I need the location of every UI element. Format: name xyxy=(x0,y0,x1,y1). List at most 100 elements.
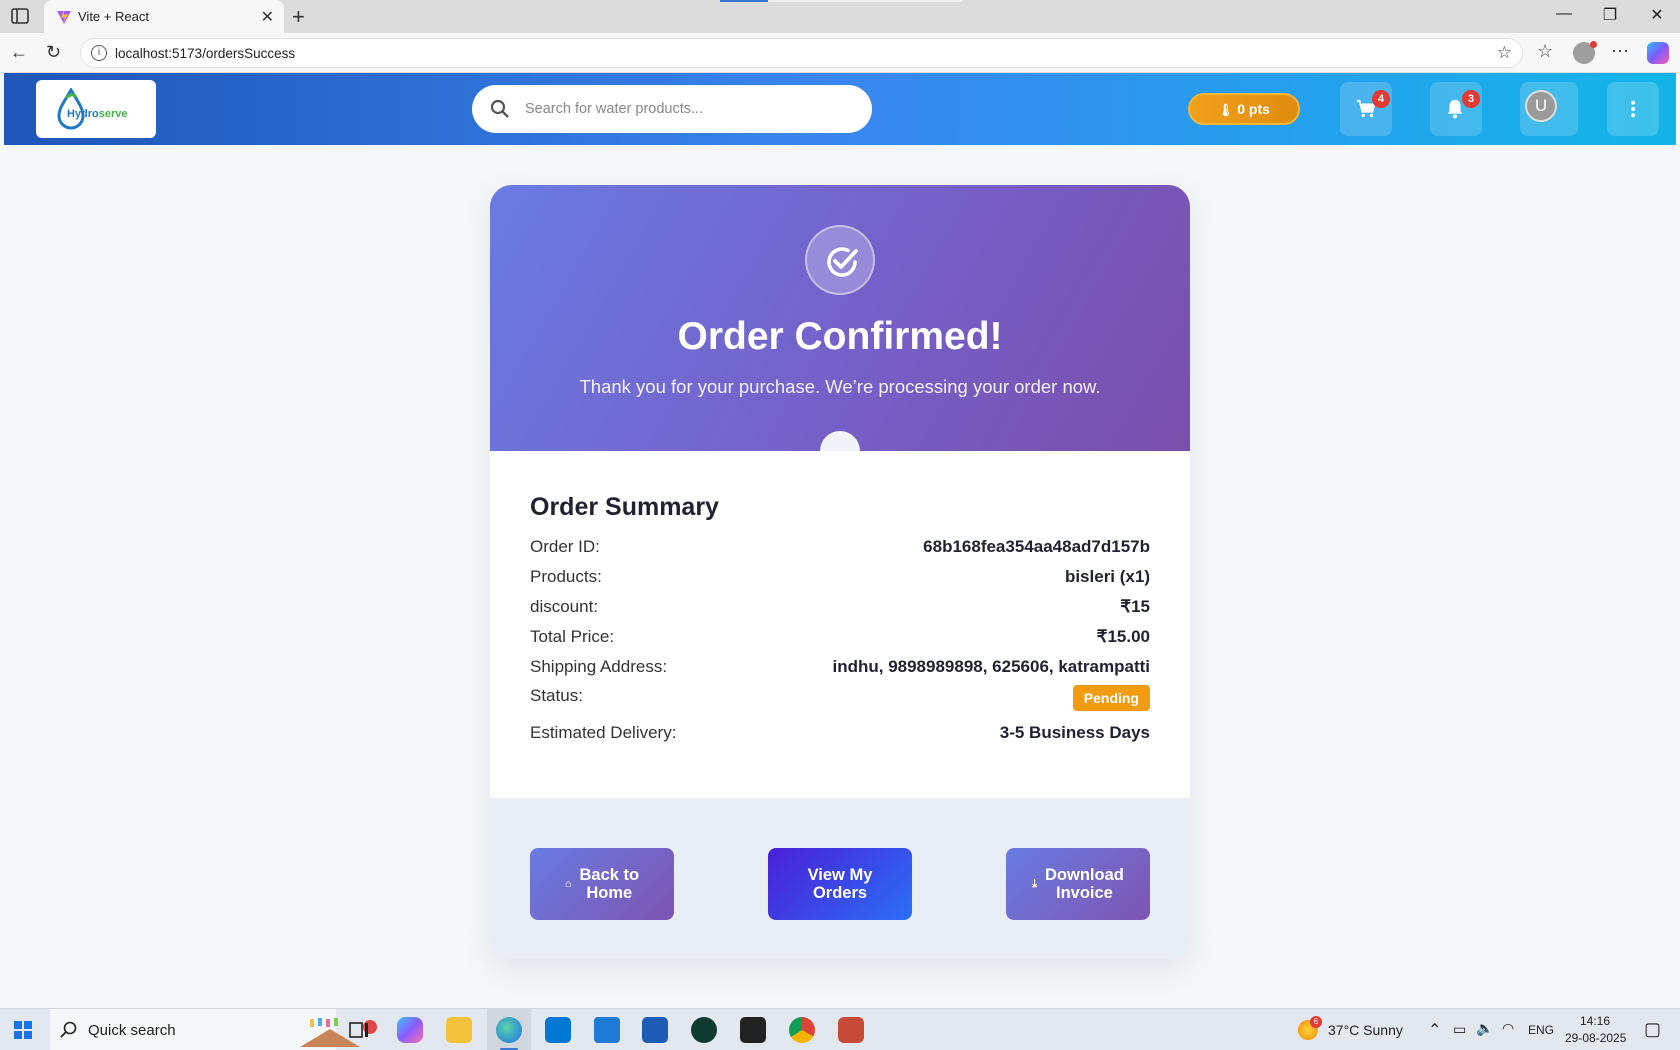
notification-center-icon[interactable]: ▢ xyxy=(1644,1019,1661,1040)
favorites-icon[interactable]: ☆ xyxy=(1537,41,1553,62)
logo-text: Hydroserve xyxy=(67,108,128,120)
download-icon: ⤓ xyxy=(1032,877,1038,890)
kebab-menu-icon xyxy=(1631,100,1635,118)
order-id-value: 68b168fea354aa48ad7d157b xyxy=(923,537,1150,556)
tab-actions-icon[interactable] xyxy=(10,6,30,26)
view-my-orders-button[interactable]: View My Orders xyxy=(768,848,912,920)
restore-icon[interactable]: ❐ xyxy=(1595,5,1625,25)
tab-strip-indicator-secondary xyxy=(768,0,962,2)
download-invoice-label: Download Invoice xyxy=(1045,866,1124,902)
favorite-star-icon[interactable]: ☆ xyxy=(1497,43,1512,63)
search-bar[interactable]: Search for water products... xyxy=(472,85,872,133)
summary-row-estimated-delivery: Estimated Delivery: 3-5 Business Days xyxy=(530,723,1150,747)
download-invoice-button[interactable]: ⤓ Download Invoice xyxy=(1006,848,1150,920)
row-label: Order ID: xyxy=(530,537,600,556)
edge-browser-icon[interactable] xyxy=(496,1017,522,1043)
windows-start-icon[interactable] xyxy=(14,1021,32,1039)
clock-date[interactable]: 29-08-2025 xyxy=(1565,1031,1626,1045)
url-field[interactable]: i localhost:5173/ordersSuccess ☆ xyxy=(80,38,1523,68)
search-input[interactable]: Search for water products... xyxy=(525,101,703,117)
vscode-icon[interactable] xyxy=(594,1017,620,1043)
thermometer-icon: 🌡 xyxy=(1218,103,1234,117)
confirmation-hero: Order Confirmed! Thank you for your purc… xyxy=(490,185,1190,471)
site-info-icon[interactable]: i xyxy=(91,45,107,61)
home-icon: ⌂ xyxy=(564,878,572,890)
meet-now-icon[interactable]: ▭ xyxy=(1453,1021,1466,1038)
file-explorer-icon[interactable] xyxy=(446,1017,472,1043)
discount-value: ₹15 xyxy=(1120,597,1150,616)
minimize-icon[interactable]: — xyxy=(1549,5,1579,23)
vite-favicon-icon xyxy=(57,10,71,24)
weather-text[interactable]: 37°C Sunny xyxy=(1328,1022,1403,1038)
products-value: bisleri (x1) xyxy=(1064,567,1150,586)
user-avatar[interactable]: U xyxy=(1525,90,1557,122)
total-price-value: ₹15.00 xyxy=(1096,627,1150,646)
notifications-button[interactable]: 3 xyxy=(1430,82,1482,136)
task-view-icon[interactable] xyxy=(346,1017,372,1043)
confirmation-subtitle: Thank you for your purchase. We’re proce… xyxy=(579,376,1101,397)
cart-count-badge: 4 xyxy=(1372,90,1390,108)
notification-count-badge: 3 xyxy=(1462,90,1480,108)
row-label: discount: xyxy=(530,597,599,616)
order-summary: Order Summary Order ID: 68b168fea354aa48… xyxy=(490,451,1190,798)
points-label: 0 pts xyxy=(1237,101,1270,117)
microsoft-store-icon[interactable] xyxy=(545,1017,571,1043)
row-label: Estimated Delivery: xyxy=(530,723,677,742)
back-to-home-button[interactable]: ⌂ Back to Home xyxy=(530,848,674,920)
row-label: Status: xyxy=(530,686,583,705)
summary-row-discount: discount: ₹15 xyxy=(530,597,1150,621)
terminal-icon[interactable] xyxy=(740,1017,766,1043)
clock-time[interactable]: 14:16 xyxy=(1580,1014,1610,1028)
profile-alert-dot xyxy=(1590,41,1597,48)
show-hidden-icons-icon[interactable]: ⌃ xyxy=(1428,1020,1441,1040)
tab-strip-indicator xyxy=(720,0,768,2)
postman-icon[interactable] xyxy=(838,1017,864,1043)
cart-button[interactable]: 4 xyxy=(1340,82,1392,136)
check-circle-icon xyxy=(827,247,858,277)
back-to-home-label: Back to Home xyxy=(579,866,640,902)
menu-button[interactable] xyxy=(1607,82,1659,136)
weather-alert-badge: 6 xyxy=(1310,1016,1322,1028)
more-options-icon[interactable]: ⋯ xyxy=(1611,41,1629,62)
language-indicator[interactable]: ENG xyxy=(1528,1023,1554,1037)
summary-row-total-price: Total Price: ₹15.00 xyxy=(530,627,1150,651)
volume-icon[interactable]: 🔈 xyxy=(1476,1020,1493,1037)
search-icon xyxy=(490,99,509,118)
browser-tab-active[interactable]: Vite + React ✕ xyxy=(44,0,284,33)
search-icon xyxy=(60,1021,77,1038)
logo[interactable]: Hydroserve xyxy=(36,80,156,138)
estimated-delivery-value: 3-5 Business Days xyxy=(999,723,1150,742)
summary-row-status: Status: Pending xyxy=(530,685,1150,711)
row-label: Total Price: xyxy=(530,627,615,646)
word-icon[interactable] xyxy=(642,1017,668,1043)
points-button[interactable]: 🌡 0 pts xyxy=(1188,93,1300,125)
copilot-app-icon[interactable] xyxy=(397,1017,423,1043)
browser-addressbar: ← ↻ i localhost:5173/ordersSuccess ☆ ☆ ⋯ xyxy=(0,33,1680,73)
row-label: Products: xyxy=(530,567,602,586)
url-text[interactable]: localhost:5173/ordersSuccess xyxy=(115,46,295,61)
success-check-badge xyxy=(805,225,875,295)
browser-tabbar: Vite + React ✕ + — ❐ ✕ xyxy=(0,0,1680,33)
wifi-icon[interactable]: ◠ xyxy=(1502,1020,1514,1037)
tab-close-icon[interactable]: ✕ xyxy=(261,7,274,27)
os-taskbar: Quick search 6 37°C Sunny ⌃ ▭ 🔈 ◠ ENG 14… xyxy=(0,1008,1680,1050)
copilot-icon[interactable] xyxy=(1647,42,1669,64)
back-arrow-icon[interactable]: ← xyxy=(10,42,28,63)
row-label: Shipping Address: xyxy=(530,657,668,676)
status-badge: Pending xyxy=(1072,685,1150,711)
taskbar-search-label: Quick search xyxy=(88,1022,176,1039)
mongodb-compass-icon[interactable] xyxy=(691,1017,717,1043)
shipping-address-value: indhu, 9898989898, 625606, katrampatti xyxy=(832,657,1150,676)
summary-row-products: Products: bisleri (x1) xyxy=(530,567,1150,591)
view-my-orders-label: View My Orders xyxy=(807,866,873,902)
taskbar-search[interactable]: Quick search xyxy=(50,1009,377,1050)
window-close-icon[interactable]: ✕ xyxy=(1642,5,1672,25)
app-header: Hydroserve Search for water products... … xyxy=(4,73,1676,145)
tab-title: Vite + React xyxy=(78,9,149,24)
summary-row-order-id: Order ID: 68b168fea354aa48ad7d157b xyxy=(530,537,1150,561)
reload-icon[interactable]: ↻ xyxy=(46,42,61,63)
summary-title: Order Summary xyxy=(530,493,719,521)
new-tab-icon[interactable]: + xyxy=(292,4,305,30)
chrome-icon[interactable] xyxy=(789,1017,815,1043)
action-buttons: ⌂ Back to Home View My Orders ⤓ Download… xyxy=(490,798,1190,959)
